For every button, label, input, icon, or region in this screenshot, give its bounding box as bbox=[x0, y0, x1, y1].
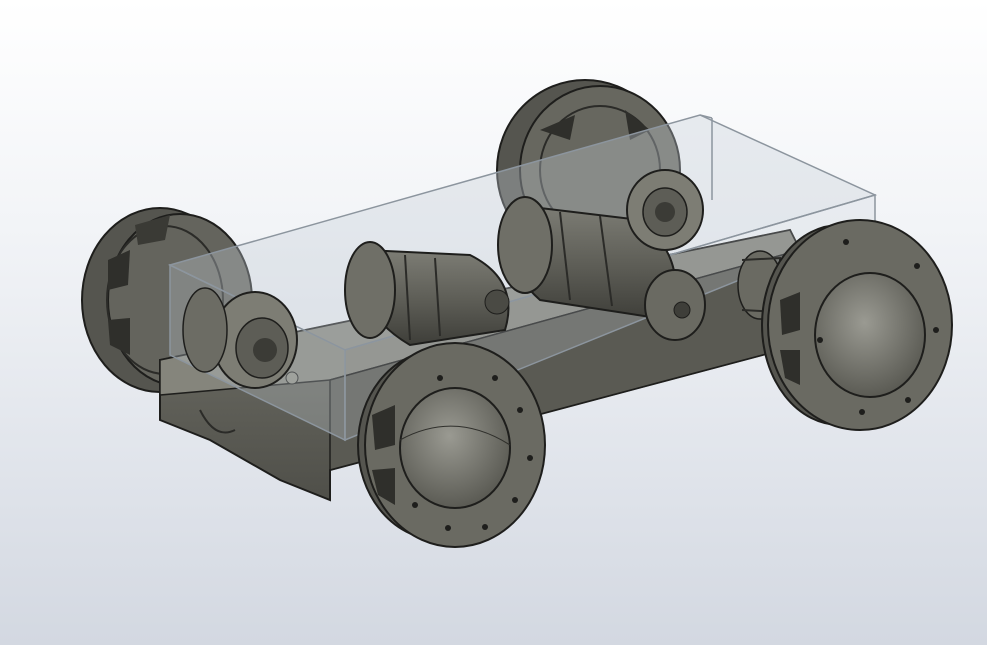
chassis-model[interactable] bbox=[0, 0, 987, 645]
wheel-back-right[interactable] bbox=[761, 219, 953, 431]
gear-rear bbox=[626, 169, 704, 251]
wheel-front-right[interactable] bbox=[357, 342, 546, 548]
cad-viewport[interactable] bbox=[0, 0, 987, 645]
